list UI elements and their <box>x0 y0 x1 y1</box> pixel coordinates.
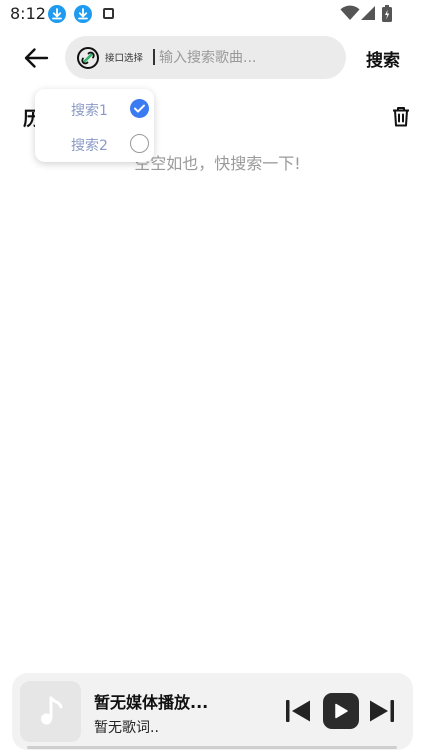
mini-player[interactable]: 暂无媒体播放... 暂无歌词.. <box>12 673 413 750</box>
api-dropdown: 搜索1 搜索2 <box>35 89 154 162</box>
music-note-icon <box>40 696 62 724</box>
song-lyric: 暂无歌词.. <box>94 720 159 736</box>
search-input[interactable] <box>159 44 337 71</box>
dropdown-option-label: 搜索2 <box>71 138 108 154</box>
square-icon <box>103 8 114 19</box>
battery-icon <box>382 5 392 22</box>
link-icon <box>77 47 99 69</box>
home-indicator <box>27 746 397 749</box>
search-bar: 接口选择 <box>65 36 346 79</box>
song-title: 暂无媒体播放... <box>94 693 209 712</box>
download-icon <box>74 5 92 23</box>
trash-icon <box>393 107 409 127</box>
api-selector-button[interactable] <box>76 46 100 70</box>
clear-history-button[interactable] <box>389 105 413 129</box>
play-button[interactable] <box>323 693 359 729</box>
play-icon <box>335 703 348 719</box>
signal-icon <box>361 6 375 20</box>
dropdown-option-search2[interactable]: 搜索2 <box>35 126 154 160</box>
wifi-icon <box>340 5 360 20</box>
next-button[interactable] <box>368 697 396 725</box>
skip-next-icon <box>370 700 394 722</box>
skip-previous-icon <box>286 700 310 722</box>
api-selector-label[interactable]: 接口选择 <box>105 50 143 64</box>
dropdown-option-search1[interactable]: 搜索1 <box>35 91 154 125</box>
dropdown-option-label: 搜索1 <box>71 103 108 119</box>
search-divider <box>153 49 155 65</box>
status-time: 8:12 <box>10 4 46 23</box>
radio-empty-icon <box>130 134 149 153</box>
arrow-left-icon <box>24 48 49 68</box>
search-button[interactable]: 搜索 <box>358 44 408 72</box>
download-icon <box>48 5 66 23</box>
album-cover <box>20 681 81 742</box>
back-button[interactable] <box>20 42 52 74</box>
check-circle-icon <box>130 99 149 118</box>
status-bar: 8:12 <box>0 0 425 28</box>
previous-button[interactable] <box>284 697 312 725</box>
